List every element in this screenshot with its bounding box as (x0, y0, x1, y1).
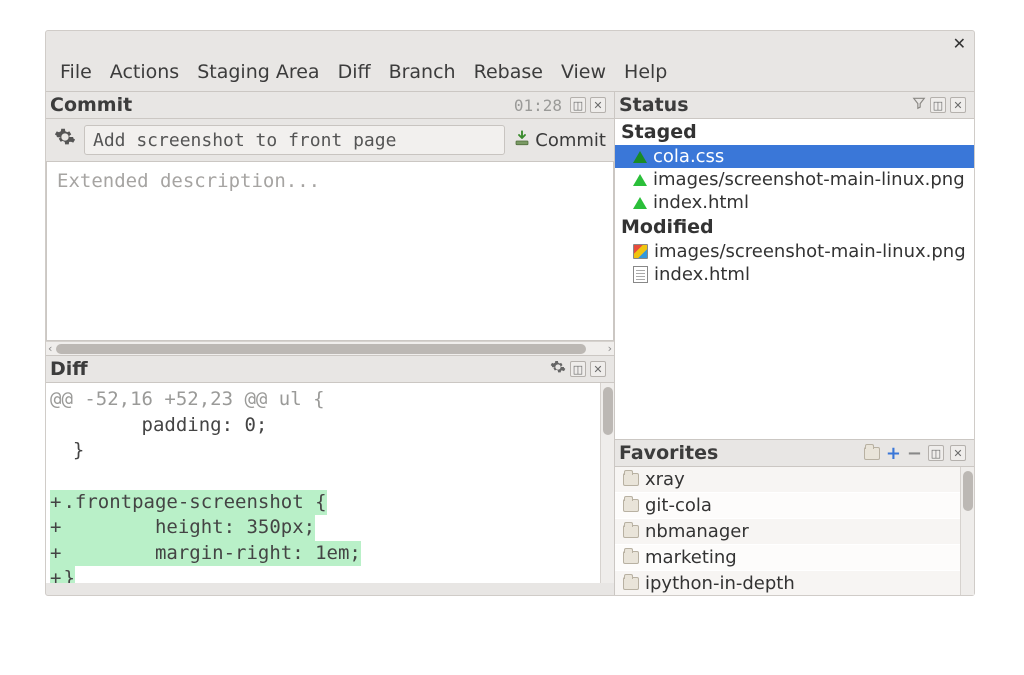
favorite-row[interactable]: git-cola (615, 493, 974, 519)
remove-favorite-icon[interactable]: − (907, 443, 922, 464)
status-file-name: index.html (653, 192, 749, 213)
status-tree[interactable]: Stagedcola.cssimages/screenshot-main-lin… (615, 119, 974, 439)
favorites-vscrollbar[interactable] (960, 467, 974, 595)
favorite-name: ipython-in-depth (645, 573, 795, 594)
menu-help[interactable]: Help (624, 61, 667, 83)
menu-diff[interactable]: Diff (338, 61, 371, 83)
staged-icon (633, 174, 647, 186)
diff-line[interactable]: } (50, 438, 608, 464)
close-panel-icon[interactable]: ✕ (590, 97, 606, 113)
file-icon (633, 266, 648, 283)
status-file-name: index.html (654, 264, 750, 285)
diff-panel-title: Diff (50, 358, 88, 380)
diff-detach-icon[interactable]: ◫ (570, 361, 586, 377)
favorite-name: git-cola (645, 495, 712, 516)
folder-icon (623, 577, 639, 590)
status-detach-icon[interactable]: ◫ (930, 97, 946, 113)
extended-description-placeholder: Extended description... (57, 170, 320, 192)
diff-line[interactable]: + height: 350px; (50, 515, 608, 541)
diff-gear-icon[interactable] (550, 359, 566, 379)
commit-time: 01:28 (514, 96, 562, 115)
status-section-label[interactable]: Staged (615, 119, 974, 145)
favorites-panel-title: Favorites (619, 442, 718, 464)
favorites-detach-icon[interactable]: ◫ (928, 445, 944, 461)
detach-icon[interactable]: ◫ (570, 97, 586, 113)
menu-actions[interactable]: Actions (110, 61, 179, 83)
favorites-list[interactable]: xray git-cola nbmanager marketing ipython-in… (615, 467, 974, 595)
folder-icon (623, 473, 639, 486)
favorite-row[interactable]: marketing (615, 545, 974, 571)
favorite-row[interactable]: ipython-in-depth (615, 571, 974, 595)
commit-summary-input[interactable] (84, 125, 505, 155)
status-panel-header: Status ◫ ✕ (615, 91, 974, 119)
commit-panel-header: Commit 01:28 ◫ ✕ (46, 91, 614, 119)
commit-hscrollbar[interactable]: ‹ › (46, 341, 614, 355)
status-file-row[interactable]: index.html (615, 191, 974, 214)
commit-panel-title: Commit (50, 94, 132, 116)
favorite-row[interactable]: nbmanager (615, 519, 974, 545)
staged-icon (633, 197, 647, 209)
menubar: File Actions Staging Area Diff Branch Re… (46, 55, 974, 91)
commit-button[interactable]: Commit (513, 129, 606, 152)
close-window-icon[interactable]: ✕ (953, 34, 966, 53)
favorite-name: xray (645, 469, 685, 490)
open-folder-icon[interactable] (864, 447, 880, 460)
app-window: ✕ File Actions Staging Area Diff Branch … (45, 30, 975, 596)
titlebar: ✕ (46, 31, 974, 55)
left-column: Commit 01:28 ◫ ✕ Commit (46, 91, 614, 595)
diff-line[interactable]: +.frontpage-screenshot { (50, 490, 608, 516)
folder-icon (623, 525, 639, 538)
favorites-close-icon[interactable]: ✕ (950, 445, 966, 461)
status-file-name: images/screenshot-main-linux.png (654, 241, 966, 262)
status-file-name: images/screenshot-main-linux.png (653, 169, 965, 190)
diff-vscrollbar[interactable] (600, 383, 614, 583)
diff-panel-header: Diff ◫ ✕ (46, 355, 614, 383)
staged-icon (633, 151, 647, 163)
status-close-icon[interactable]: ✕ (950, 97, 966, 113)
extended-description-input[interactable]: Extended description... (46, 161, 614, 341)
add-favorite-icon[interactable]: + (886, 443, 901, 464)
status-file-row[interactable]: images/screenshot-main-linux.png (615, 240, 974, 263)
diff-line[interactable]: padding: 0; (50, 413, 608, 439)
favorites-panel-header: Favorites + − ◫ ✕ (615, 439, 974, 467)
menu-view[interactable]: View (561, 61, 606, 83)
favorite-name: nbmanager (645, 521, 749, 542)
folder-icon (623, 499, 639, 512)
diff-close-icon[interactable]: ✕ (590, 361, 606, 377)
menu-rebase[interactable]: Rebase (474, 61, 543, 83)
right-column: Status ◫ ✕ Stagedcola.cssimages/screensh… (614, 91, 974, 595)
commit-toolbar: Commit (46, 119, 614, 161)
status-section-label[interactable]: Modified (615, 214, 974, 240)
status-file-row[interactable]: images/screenshot-main-linux.png (615, 168, 974, 191)
diff-line[interactable]: +} (50, 566, 608, 583)
favorite-row[interactable]: xray (615, 467, 974, 493)
status-file-row[interactable]: cola.css (615, 145, 974, 168)
status-file-name: cola.css (653, 146, 724, 167)
menu-branch[interactable]: Branch (389, 61, 456, 83)
status-panel-title: Status (619, 94, 689, 116)
favorite-name: marketing (645, 547, 737, 568)
menu-staging-area[interactable]: Staging Area (197, 61, 319, 83)
commit-download-icon (513, 129, 531, 152)
main-content: Commit 01:28 ◫ ✕ Commit (46, 91, 974, 595)
diff-viewer[interactable]: @@ -52,16 +52,23 @@ ul { padding: 0; } +… (46, 383, 614, 583)
image-file-icon (633, 244, 648, 259)
menu-file[interactable]: File (60, 61, 92, 83)
folder-icon (623, 551, 639, 564)
filter-icon[interactable] (912, 96, 926, 114)
status-file-row[interactable]: index.html (615, 263, 974, 286)
diff-line[interactable]: @@ -52,16 +52,23 @@ ul { (50, 387, 608, 413)
diff-line[interactable] (50, 464, 608, 490)
diff-line[interactable]: + margin-right: 1em; (50, 541, 608, 567)
gear-icon[interactable] (54, 126, 76, 154)
